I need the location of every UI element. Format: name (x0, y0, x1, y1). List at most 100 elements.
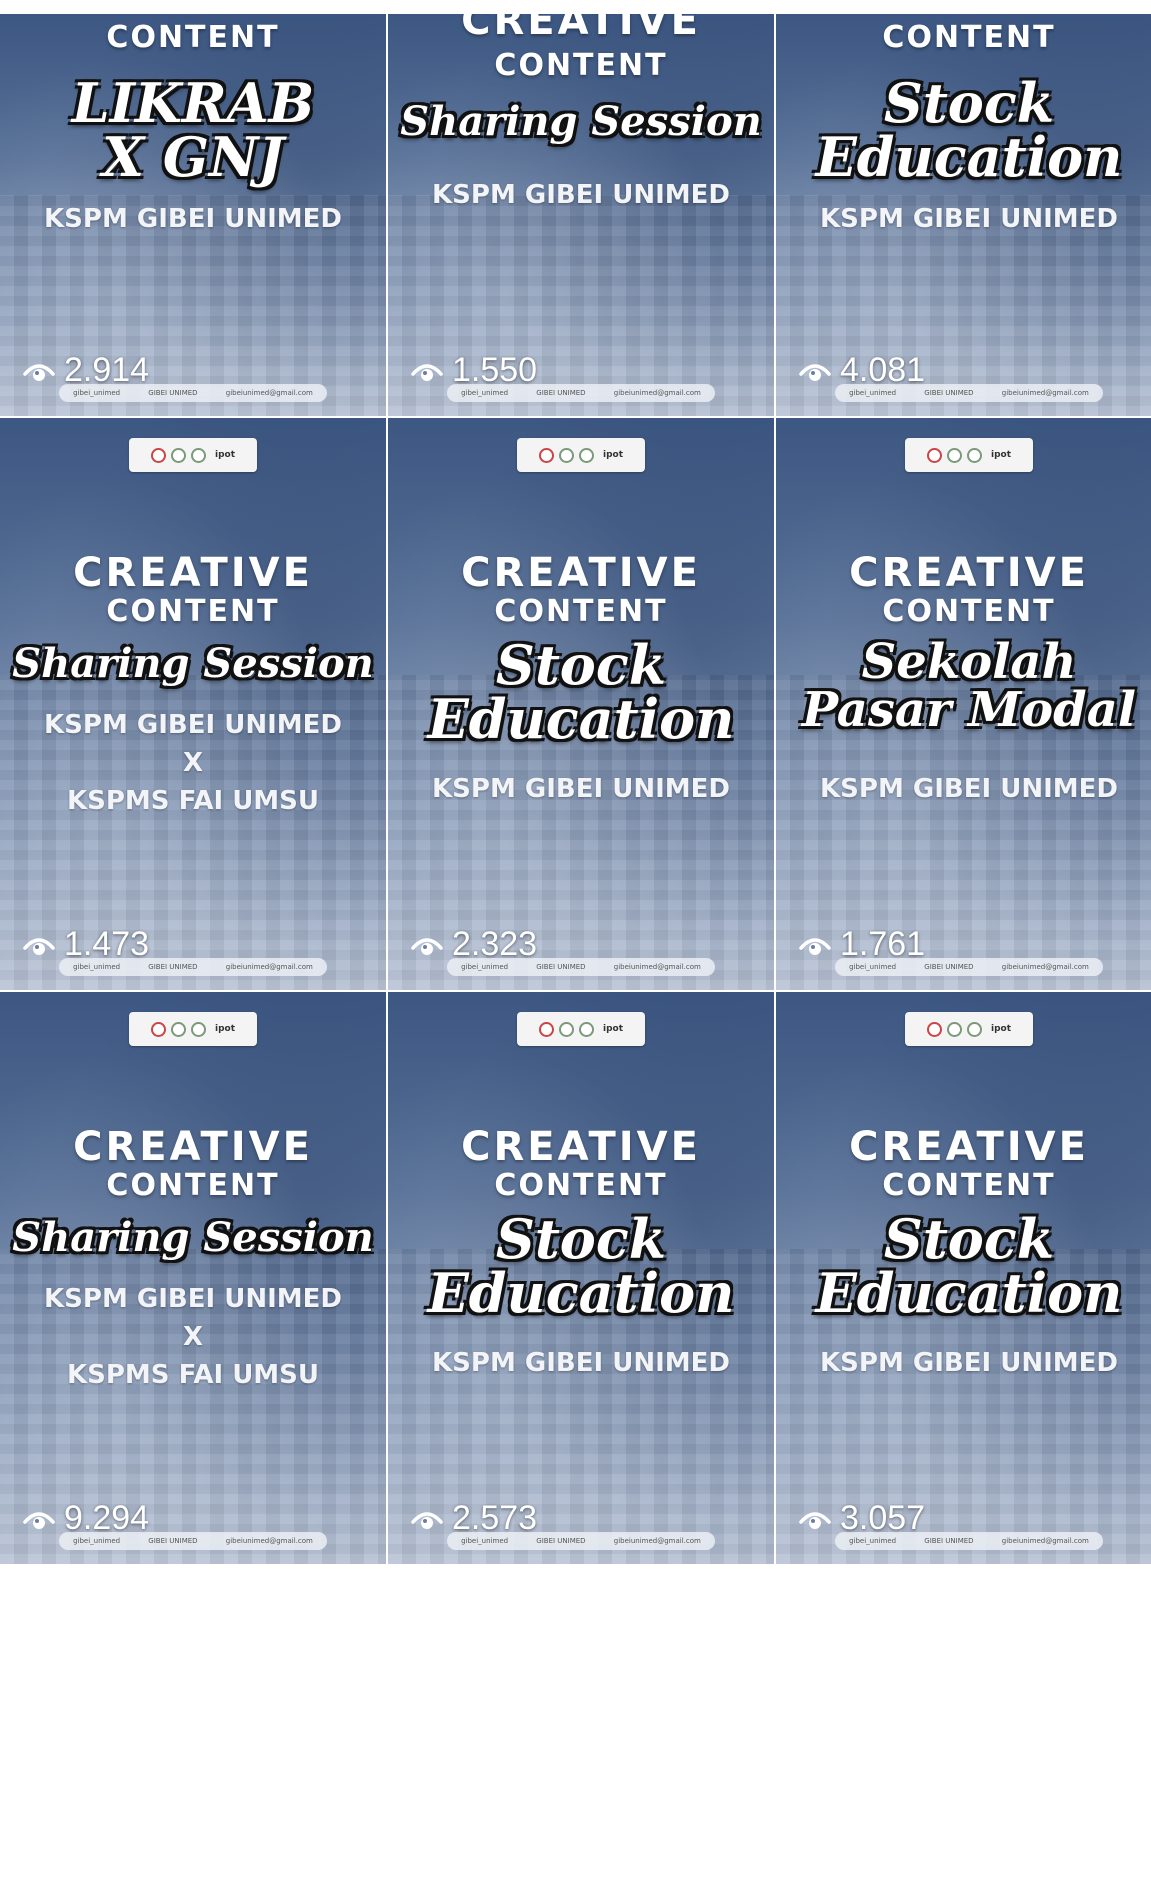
logo-icon (946, 1021, 962, 1037)
content-label: CONTENT (882, 20, 1056, 55)
email-address: gibeiunimed@gmail.com (225, 1537, 313, 1545)
organizer-name: KSPM GIBEI UNIMED (44, 1284, 342, 1314)
content-label: CONTENT (882, 594, 1056, 629)
logo-icon (150, 447, 166, 463)
linkedin-handle: GIBEI UNIMED (924, 963, 974, 971)
creative-label: CREATIVE (461, 550, 701, 596)
tile-title-line: Sharing Session (400, 98, 762, 145)
tile-title: LIKRAB X GNJ (0, 76, 386, 184)
email-address: gibeiunimed@gmail.com (1001, 389, 1089, 397)
organizer-name: KSPM GIBEI UNIMED (44, 204, 342, 234)
video-tile-3[interactable]: ipot CONTENT StockEducation KSPM GIBEI U… (776, 14, 1151, 416)
instagram-handle: gibei_unimed (461, 1537, 509, 1545)
view-count: 9.294 (22, 1499, 149, 1538)
email-address: gibeiunimed@gmail.com (613, 963, 701, 971)
organizer-name: KSPM GIBEI UNIMED (432, 1348, 730, 1378)
linkedin-handle: GIBEI UNIMED (924, 389, 974, 397)
tile-title-line: Education (427, 1261, 735, 1325)
sponsor-logos-badge: ipot (129, 1012, 257, 1046)
organizer-name: KSPM GIBEI UNIMED (432, 774, 730, 804)
view-count-value: 1.473 (64, 925, 150, 963)
ipot-logo-text: ipot (214, 1024, 235, 1034)
view-count-value: 1.761 (840, 925, 926, 963)
organizer-name: KSPMS FAI UMSU (66, 786, 320, 816)
eye-icon (23, 1511, 55, 1529)
tile-title: Stock Education (388, 638, 774, 746)
collab-x-text: X (182, 1322, 204, 1352)
tile-title-line: Stock (495, 1207, 667, 1271)
view-count-value: 1.550 (452, 351, 538, 389)
content-label: CONTENT (494, 48, 668, 83)
creative-label: CREATIVE (461, 1124, 701, 1170)
view-count-value: 2.573 (452, 1499, 538, 1537)
email-address: gibeiunimed@gmail.com (225, 963, 313, 971)
video-tile-9[interactable]: ipot CREATIVE CONTENT Stock Education KSP… (776, 992, 1151, 1564)
linkedin-handle: GIBEI UNIMED (924, 1537, 974, 1545)
instagram-handle: gibei_unimed (73, 389, 121, 397)
view-count: 1.473 (22, 925, 149, 964)
instagram-handle: gibei_unimed (73, 963, 121, 971)
video-tile-8[interactable]: ipot CREATIVE CONTENT Stock Education KSP… (388, 992, 774, 1564)
organizer-name: KSPM GIBEI UNIMED (820, 204, 1118, 234)
video-tile-6[interactable]: ipot CREATIVE CONTENT Sekolah Pasar Modal… (776, 418, 1151, 990)
logo-icon (538, 1021, 554, 1037)
view-count: 4.081 (798, 351, 925, 390)
tile-title-line: X GNJ (102, 125, 284, 189)
video-tile-2[interactable]: ipot CREATIVE CONTENT Sharing Session KS… (388, 14, 774, 416)
linkedin-handle: GIBEI UNIMED (536, 963, 586, 971)
tile-title: Stock Education (776, 1212, 1151, 1320)
tile-title-line: LIKRAB (71, 71, 315, 135)
creative-label: CREATIVE (73, 550, 313, 596)
tile-title: Sharing Session (388, 102, 774, 142)
logo-icon (926, 447, 942, 463)
eye-icon (799, 937, 831, 955)
logo-icon (538, 447, 554, 463)
video-tile-7[interactable]: ipot CREATIVE CONTENT Sharing Session KS… (0, 992, 386, 1564)
sponsor-logos-badge: ipot (517, 1012, 645, 1046)
view-count-value: 3.057 (840, 1499, 926, 1537)
logo-icon (170, 1021, 186, 1037)
view-count: 1.550 (410, 351, 537, 390)
logo-icon (966, 447, 982, 463)
instagram-handle: gibei_unimed (461, 389, 509, 397)
sponsor-logos-badge: ipot (905, 438, 1033, 472)
view-count-value: 4.081 (840, 351, 926, 389)
collab-x-text: X (182, 748, 204, 778)
tile-title-line: Sekolah (861, 634, 1077, 690)
logo-icon (150, 1021, 166, 1037)
tile-title-line: Stock (495, 633, 667, 697)
ipot-logo-text: ipot (990, 450, 1011, 460)
tile-title-line: Education (815, 1261, 1123, 1325)
organizer-name: KSPM GIBEI UNIMED (44, 710, 342, 740)
organizer-text: KSPM GIBEI UNIMED (388, 176, 774, 214)
email-address: gibeiunimed@gmail.com (613, 1537, 701, 1545)
content-label: CONTENT (106, 594, 280, 629)
creative-label: CREATIVE (73, 1124, 313, 1170)
video-tile-5[interactable]: ipot CREATIVE CONTENT Stock Education KSP… (388, 418, 774, 990)
organizer-name: KSPM GIBEI UNIMED (820, 774, 1118, 804)
creative-label: CREATIVE (849, 1124, 1089, 1170)
linkedin-handle: GIBEI UNIMED (536, 1537, 586, 1545)
organizer-text: KSPM GIBEI UNIMED (776, 770, 1151, 808)
view-count: 2.573 (410, 1499, 537, 1538)
eye-icon (23, 363, 55, 381)
logo-icon (926, 1021, 942, 1037)
email-address: gibeiunimed@gmail.com (1001, 1537, 1089, 1545)
sponsor-logos-badge: ipot (129, 438, 257, 472)
organizer-name: KSPM GIBEI UNIMED (432, 180, 730, 210)
organizer-text: KSPM GIBEI UNIMED (0, 200, 386, 238)
linkedin-handle: GIBEI UNIMED (148, 1537, 198, 1545)
ipot-logo-text: ipot (990, 1024, 1011, 1034)
tile-title-line: Stock (883, 1207, 1055, 1271)
video-tile-4[interactable]: ipot CREATIVE CONTENT Sharing Session KS… (0, 418, 386, 990)
instagram-handle: gibei_unimed (461, 963, 509, 971)
logo-icon (190, 447, 206, 463)
video-grid: ipot CONTENT LIKRABX GNJ KSPM GIBEI UNIM… (0, 14, 1151, 1564)
eye-icon (411, 363, 443, 381)
logo-icon (558, 447, 574, 463)
tile-title-line: Stock (883, 71, 1055, 135)
video-tile-1[interactable]: ipot CONTENT LIKRABX GNJ KSPM GIBEI UNIM… (0, 14, 386, 416)
content-label: CONTENT (106, 1168, 280, 1203)
view-count: 2.323 (410, 925, 537, 964)
sponsor-logos-badge: ipot (905, 1012, 1033, 1046)
